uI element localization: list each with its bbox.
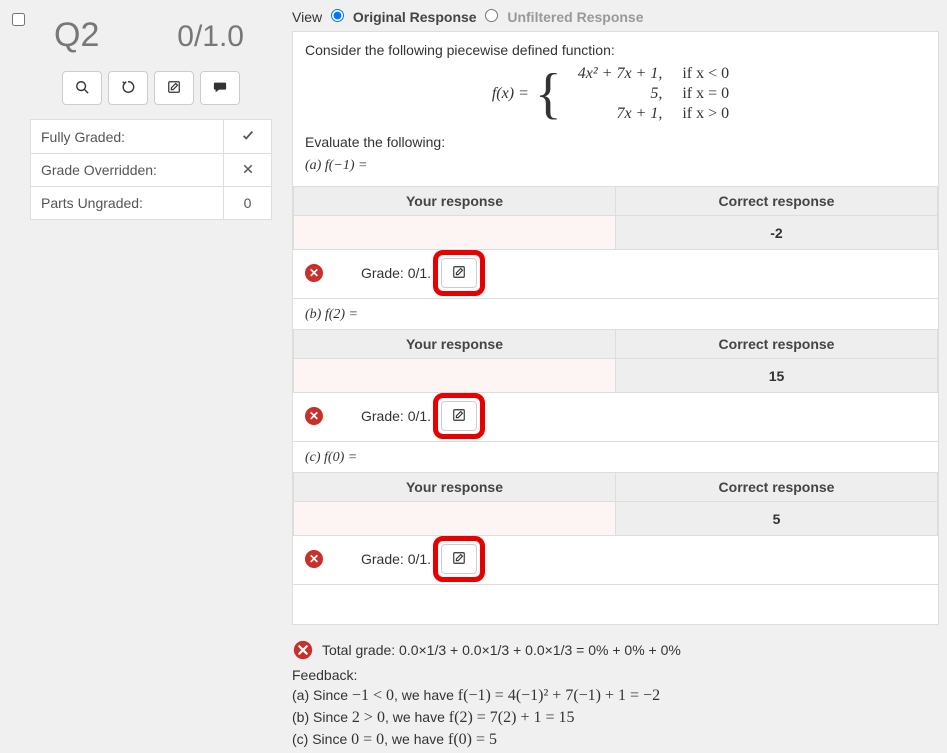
comment-icon (213, 80, 227, 97)
status-value (224, 120, 272, 154)
pencil-square-icon (452, 551, 466, 568)
total-grade-text: Total grade: 0.0×1/3 + 0.0×1/3 + 0.0×1/3… (322, 642, 681, 658)
edit-grade-b-button[interactable] (441, 401, 477, 431)
feedback-c: (c) Since 0 = 0, we have f(0) = 5 (292, 731, 939, 749)
correct-response-a: -2 (616, 216, 938, 250)
check-icon (241, 129, 255, 145)
search-button[interactable] (62, 71, 102, 105)
pencil-square-icon (167, 80, 181, 97)
grade-summary: Total grade: 0.0×1/3 + 0.0×1/3 + 0.0×1/3… (292, 625, 939, 749)
prompt-evaluate: Evaluate the following: (305, 134, 926, 150)
feedback-label: Feedback: (292, 667, 939, 683)
response-table-b: Your responseCorrect response 15 (293, 329, 938, 393)
your-response-header: Your response (294, 330, 616, 359)
edit-grade-c-button[interactable] (441, 544, 477, 574)
feedback-a: (a) Since −1 < 0, we have f(−1) = 4(−1)²… (292, 687, 939, 705)
pw-expr: 5, (568, 84, 673, 104)
correct-response-header: Correct response (616, 330, 938, 359)
prompt-intro: Consider the following piecewise defined… (305, 42, 926, 58)
grade-b: Grade: 0/1. (361, 408, 431, 424)
status-label: Grade Overridden: (31, 154, 224, 187)
question-number: Q2 (54, 16, 99, 55)
piecewise-definition: f(x) = { 4x² + 7x + 1,if x < 0 5,if x = … (305, 64, 926, 124)
wrong-icon: ✕ (305, 264, 323, 282)
x-circle-icon (292, 639, 314, 661)
x-icon (242, 162, 254, 178)
your-response-b (294, 359, 616, 393)
status-row-overridden: Grade Overridden: (31, 154, 272, 187)
correct-response-c: 5 (616, 502, 938, 536)
wrong-icon: ✕ (305, 550, 323, 568)
status-row-graded: Fully Graded: (31, 120, 272, 154)
your-response-a (294, 216, 616, 250)
comment-button[interactable] (200, 71, 240, 105)
your-response-header: Your response (294, 187, 616, 216)
view-selector: View Original Response Unfiltered Respon… (292, 6, 939, 25)
response-table-a: Your responseCorrect response -2 (293, 186, 938, 250)
part-b-label: (b) f(2) = (305, 307, 358, 322)
edit-button[interactable] (154, 71, 194, 105)
your-response-header: Your response (294, 473, 616, 502)
question-body: Consider the following piecewise defined… (292, 31, 939, 625)
response-table-c: Your responseCorrect response 5 (293, 472, 938, 536)
question-score: 0/1.0 (177, 20, 244, 54)
view-unfiltered-label: Unfiltered Response (507, 9, 643, 25)
status-value: 0 (224, 187, 272, 220)
search-icon (75, 80, 89, 97)
pw-expr: 4x² + 7x + 1, (568, 64, 673, 84)
left-brace-icon: { (535, 72, 562, 117)
pencil-square-icon (452, 265, 466, 282)
status-label: Parts Ungraded: (31, 187, 224, 220)
view-original-radio[interactable] (331, 9, 344, 22)
pw-cond: if x < 0 (672, 64, 739, 84)
wrong-icon: ✕ (305, 407, 323, 425)
pw-cond: if x > 0 (672, 104, 739, 124)
correct-response-header: Correct response (616, 187, 938, 216)
view-label: View (292, 9, 322, 25)
reload-button[interactable] (108, 71, 148, 105)
status-label: Fully Graded: (31, 120, 224, 154)
pw-cond: if x = 0 (672, 84, 739, 104)
grade-c: Grade: 0/1. (361, 551, 431, 567)
status-value (224, 154, 272, 187)
fx-label: f(x) = (492, 85, 529, 102)
edit-grade-a-button[interactable] (441, 258, 477, 288)
grade-a: Grade: 0/1. (361, 265, 431, 281)
correct-response-b: 15 (616, 359, 938, 393)
question-sidebar: Q2 0/1.0 (30, 6, 272, 220)
undo-icon (121, 80, 135, 97)
pencil-square-icon (452, 408, 466, 425)
your-response-c (294, 502, 616, 536)
view-original-label: Original Response (353, 9, 477, 25)
feedback-b: (b) Since 2 > 0, we have f(2) = 7(2) + 1… (292, 709, 939, 727)
part-c-label: (c) f(0) = (305, 450, 357, 465)
pw-expr: 7x + 1, (568, 104, 673, 124)
part-a-label: (a) f(−1) = (305, 158, 367, 173)
status-table: Fully Graded: Grade Overridden: Parts Un… (30, 119, 272, 220)
status-row-ungraded: Parts Ungraded: 0 (31, 187, 272, 220)
blank-footer-row (293, 584, 938, 624)
row-select-checkbox[interactable] (12, 13, 25, 26)
view-unfiltered-radio[interactable] (485, 9, 498, 22)
correct-response-header: Correct response (616, 473, 938, 502)
